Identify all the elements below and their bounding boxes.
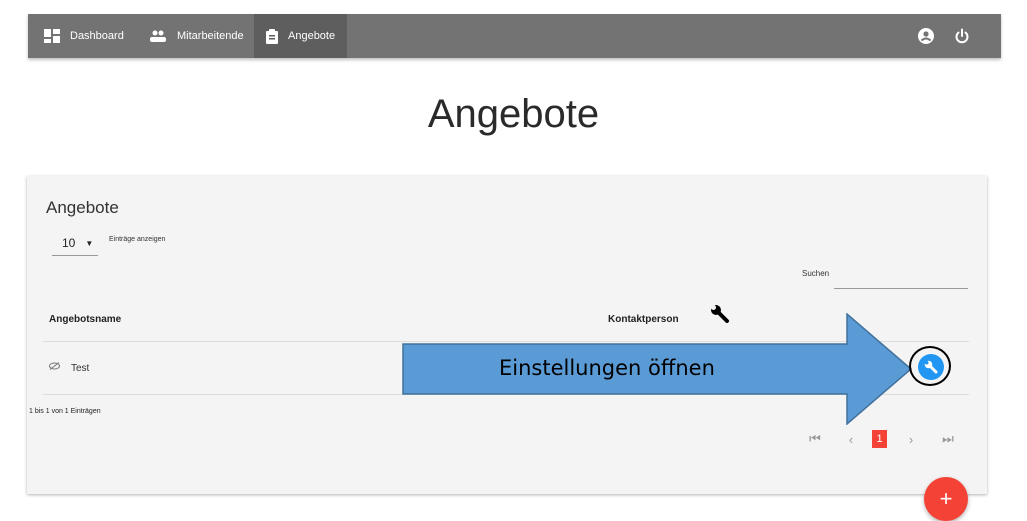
people-icon: [150, 30, 166, 42]
nav-item-dashboard[interactable]: Dashboard: [38, 14, 130, 58]
row-offer-name: Test: [71, 363, 90, 374]
search-label: Suchen: [802, 269, 830, 278]
account-button[interactable]: [916, 26, 936, 46]
pagination-first[interactable]: ⏮: [807, 430, 823, 448]
entries-length-label: Einträge anzeigen: [109, 236, 166, 243]
card-title: Angebote: [46, 198, 119, 217]
power-icon: [955, 28, 969, 44]
chevron-down-icon: ▼: [85, 238, 94, 248]
nav-label-angebote: Angebote: [288, 30, 336, 42]
callout-text: Einstellungen öffnen: [499, 356, 715, 380]
nav-item-mitarbeitende[interactable]: Mitarbeitende: [143, 14, 250, 58]
row-settings-button[interactable]: [918, 354, 944, 380]
pagination-next[interactable]: ›: [904, 430, 918, 448]
wrench-icon: [924, 360, 938, 374]
page-title: Angebote: [427, 92, 600, 136]
nav-item-angebote[interactable]: Angebote: [254, 14, 348, 58]
add-offer-button[interactable]: +: [924, 477, 968, 521]
pagination-last[interactable]: ⏭: [940, 430, 956, 448]
column-header-angebotsname[interactable]: Angebotsname: [49, 314, 121, 325]
logout-button[interactable]: [952, 26, 972, 46]
pagination-prev[interactable]: ‹: [844, 430, 858, 448]
pagination-page-1[interactable]: 1: [872, 430, 887, 448]
account-icon: [918, 28, 934, 44]
clipboard-icon: [266, 28, 278, 44]
entries-length-select[interactable]: 10 ▼: [52, 231, 98, 256]
table-info: 1 bis 1 von 1 Einträgen: [29, 408, 101, 415]
entries-length-value: 10: [62, 236, 76, 250]
search-input[interactable]: [834, 270, 968, 289]
eye-off-icon: [49, 362, 60, 370]
nav-label-dashboard: Dashboard: [70, 30, 124, 42]
top-navbar: Dashboard Mitarbeitende Angebote: [28, 14, 1001, 58]
nav-label-mitarbeitende: Mitarbeitende: [177, 30, 244, 42]
dashboard-icon: [44, 29, 60, 43]
